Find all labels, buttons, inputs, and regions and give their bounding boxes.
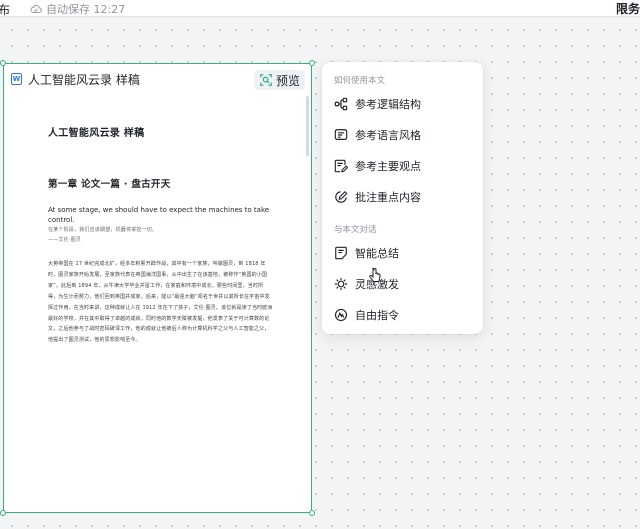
document-scrollbar[interactable] (306, 96, 309, 156)
document-header: W 人工智能风云录 样稿 预览 (4, 64, 311, 94)
chapter-heading: 第一章 论文一篇 · 盘古开天 (48, 179, 171, 190)
free-command-icon (334, 308, 348, 322)
summary-icon (335, 246, 347, 260)
autosave-status: 自动保存 12:27 (30, 1, 125, 17)
document-body: 人工智能风云录 样稿 第一章 论文一篇 · 盘古开天 At some stage… (48, 124, 273, 346)
annotate-icon (335, 190, 348, 203)
preview-button[interactable]: 预览 (253, 70, 305, 90)
top-bar: 布 自动保存 12:27 限务 (0, 0, 640, 17)
quote-chinese: 在某个阶段，我们应该期望，机器将掌控一切。 (48, 227, 158, 233)
menu-item-inspiration[interactable]: 灵感激发 (322, 271, 483, 297)
cloud-save-icon (30, 4, 42, 13)
language-style-icon (334, 129, 348, 140)
main-points-icon (334, 159, 348, 173)
menu-item-label: 参考主要观点 (355, 160, 421, 173)
document-title: 人工智能风云录 样稿 (48, 128, 145, 139)
autosave-text: 自动保存 12:27 (46, 3, 126, 16)
topbar-left-text: 布 (0, 3, 11, 17)
resize-handle-bottom-left[interactable] (0, 510, 6, 516)
menu-section-how-to-use: 如何使用本文 (334, 76, 386, 86)
document-card[interactable]: W 人工智能风云录 样稿 预览 人工智能风云录 样稿 第一章 论文一篇 · 盘古… (3, 63, 312, 513)
logic-structure-icon (334, 97, 348, 111)
inspiration-icon (334, 277, 348, 291)
menu-item-smart-summary[interactable]: 智能总结 (322, 240, 483, 266)
body-paragraph: 大英帝国在 17 世纪完成北扩，经多年积累开辟作战，其中有一个家族，叫做图灵，到… (48, 261, 273, 344)
topbar-right-text[interactable]: 限务 (616, 0, 640, 17)
quote-english: At some stage, we should have to expect … (48, 206, 270, 224)
menu-item-label: 自由指令 (355, 309, 399, 322)
word-file-icon: W (11, 73, 22, 85)
menu-item-label: 智能总结 (355, 247, 399, 260)
resize-handle-top-left[interactable] (0, 60, 6, 66)
menu-item-annotate[interactable]: 批注重点内容 (322, 184, 483, 210)
menu-item-reference-logic[interactable]: 参考逻辑结构 (322, 91, 483, 117)
menu-item-free-command[interactable]: 自由指令 (322, 302, 483, 328)
document-file-title: 人工智能风云录 样稿 (28, 72, 140, 87)
menu-item-label: 参考逻辑结构 (355, 98, 421, 111)
menu-item-reference-style[interactable]: 参考语言风格 (322, 122, 483, 148)
quote-author: ——艾伦·图灵 (48, 237, 81, 243)
resize-handle-bottom-right[interactable] (309, 510, 315, 516)
mouse-cursor-icon (369, 267, 381, 282)
preview-search-icon (260, 74, 272, 86)
document-action-menu: 如何使用本文 参考逻辑结构 参考语言风格 参考主要观点 批注重点内容 与本文对话… (322, 62, 483, 334)
menu-item-reference-points[interactable]: 参考主要观点 (322, 153, 483, 179)
resize-handle-top-right[interactable] (309, 60, 315, 66)
menu-item-label: 批注重点内容 (355, 191, 421, 204)
preview-label: 预览 (275, 73, 300, 88)
menu-item-label: 参考语言风格 (355, 129, 421, 142)
menu-section-chat: 与本文对话 (334, 225, 377, 235)
